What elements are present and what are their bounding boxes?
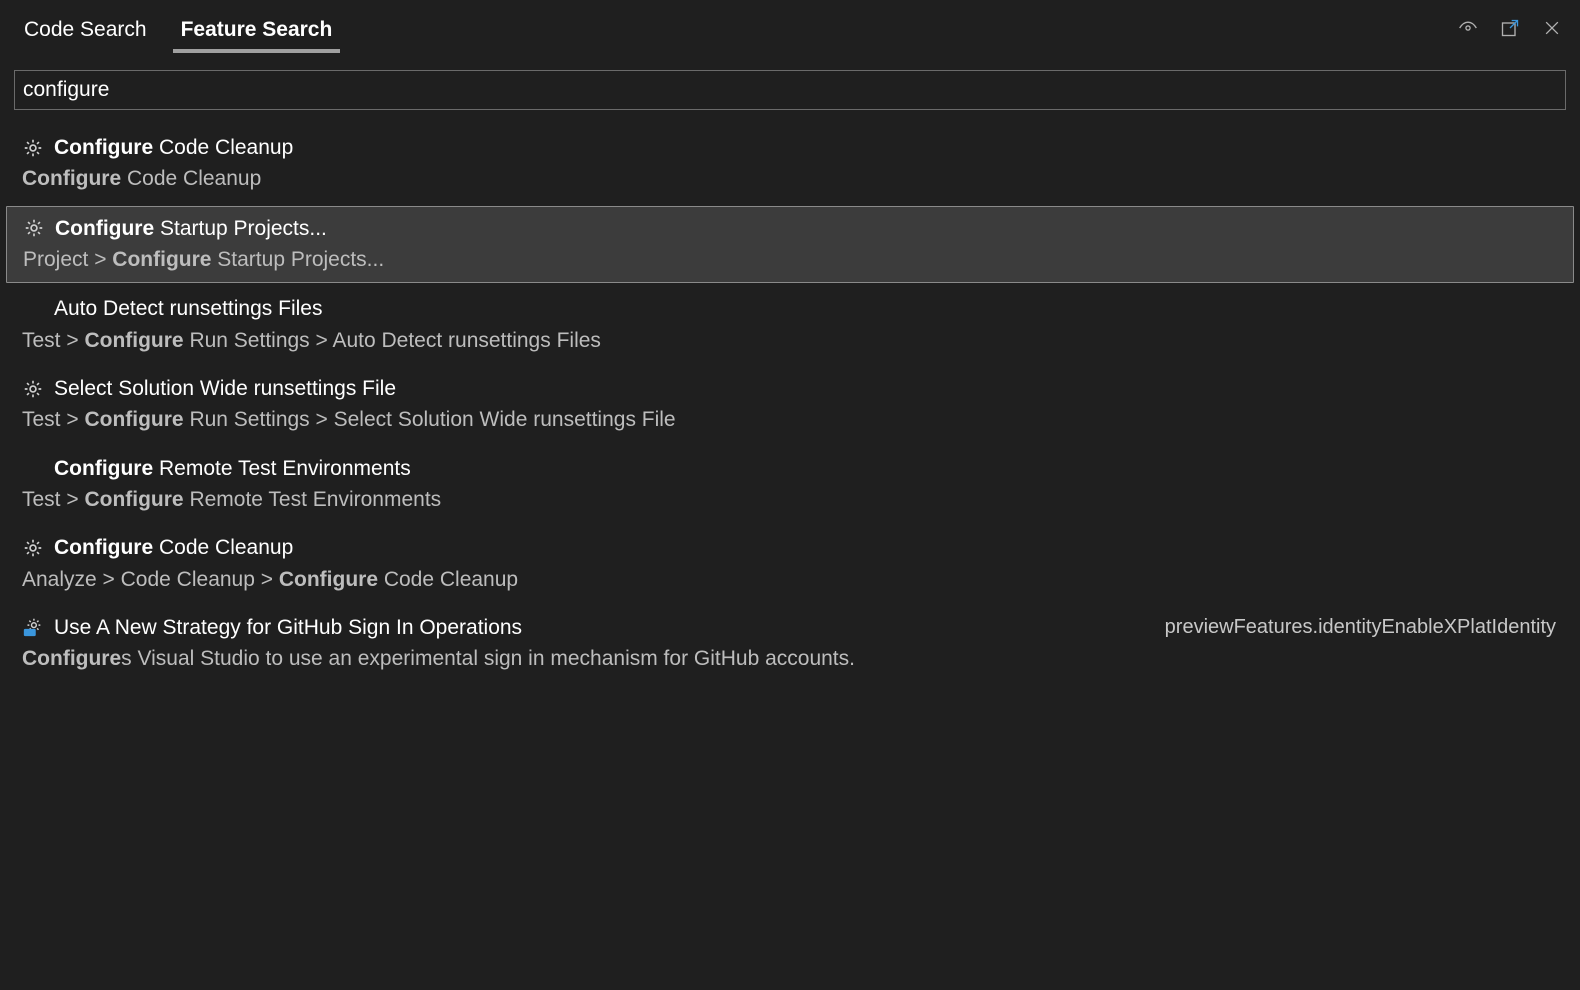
- result-item[interactable]: Use A New Strategy for GitHub Sign In Op…: [6, 606, 1574, 682]
- result-path: Analyze > Code Cleanup > Configure Code …: [20, 566, 1560, 594]
- result-title: Configure Startup Projects...: [55, 215, 327, 242]
- gear-icon: [20, 376, 46, 402]
- result-title: Configure Code Cleanup: [54, 534, 293, 561]
- feature-search-window: Code Search Feature Search Configure Cod…: [0, 0, 1580, 990]
- result-item[interactable]: Configure Code Cleanup Analyze > Code Cle…: [6, 526, 1574, 602]
- result-title: Configure Remote Test Environments: [54, 455, 411, 482]
- result-title: Configure Code Cleanup: [54, 134, 293, 161]
- icon-placeholder: [20, 296, 46, 322]
- header: Code Search Feature Search: [0, 0, 1580, 56]
- tab-feature-search[interactable]: Feature Search: [173, 5, 341, 52]
- result-path: Project > Configure Startup Projects...: [21, 246, 1559, 274]
- header-icons: [1456, 16, 1580, 40]
- gear-icon: [21, 215, 47, 241]
- result-path: Test > Configure Run Settings > Select S…: [20, 406, 1560, 434]
- result-right-label: previewFeatures.identityEnableXPlatIdent…: [1165, 614, 1560, 640]
- gear-icon: [20, 135, 46, 161]
- result-path: Test > Configure Run Settings > Auto Det…: [20, 327, 1560, 355]
- result-item[interactable]: Configure Startup Projects... Project > C…: [6, 206, 1574, 284]
- preview-icon[interactable]: [1456, 16, 1480, 40]
- result-title: Select Solution Wide runsettings File: [54, 375, 396, 402]
- icon-placeholder: [20, 455, 46, 481]
- result-item[interactable]: Configure Remote Test Environments Test >…: [6, 447, 1574, 523]
- tab-code-search[interactable]: Code Search: [16, 5, 155, 52]
- open-external-icon[interactable]: [1498, 16, 1522, 40]
- result-item[interactable]: Configure Code Cleanup Configure Code Cle…: [6, 126, 1574, 202]
- settings-preview-icon: [20, 614, 46, 640]
- result-title: Use A New Strategy for GitHub Sign In Op…: [54, 614, 522, 641]
- result-title: Auto Detect runsettings Files: [54, 295, 322, 322]
- results-list: Configure Code CleanupConfigure Code Cle…: [0, 116, 1580, 681]
- search-input[interactable]: [14, 70, 1566, 110]
- result-path: Test > Configure Remote Test Environment…: [20, 486, 1560, 514]
- search-wrap: [0, 56, 1580, 116]
- result-path: Configure Code Cleanup: [20, 165, 1560, 193]
- gear-icon: [20, 535, 46, 561]
- result-item[interactable]: Select Solution Wide runsettings File Tes…: [6, 367, 1574, 443]
- close-icon[interactable]: [1540, 16, 1564, 40]
- result-path: Configures Visual Studio to use an exper…: [20, 645, 1560, 673]
- result-item[interactable]: Auto Detect runsettings Files Test > Conf…: [6, 287, 1574, 363]
